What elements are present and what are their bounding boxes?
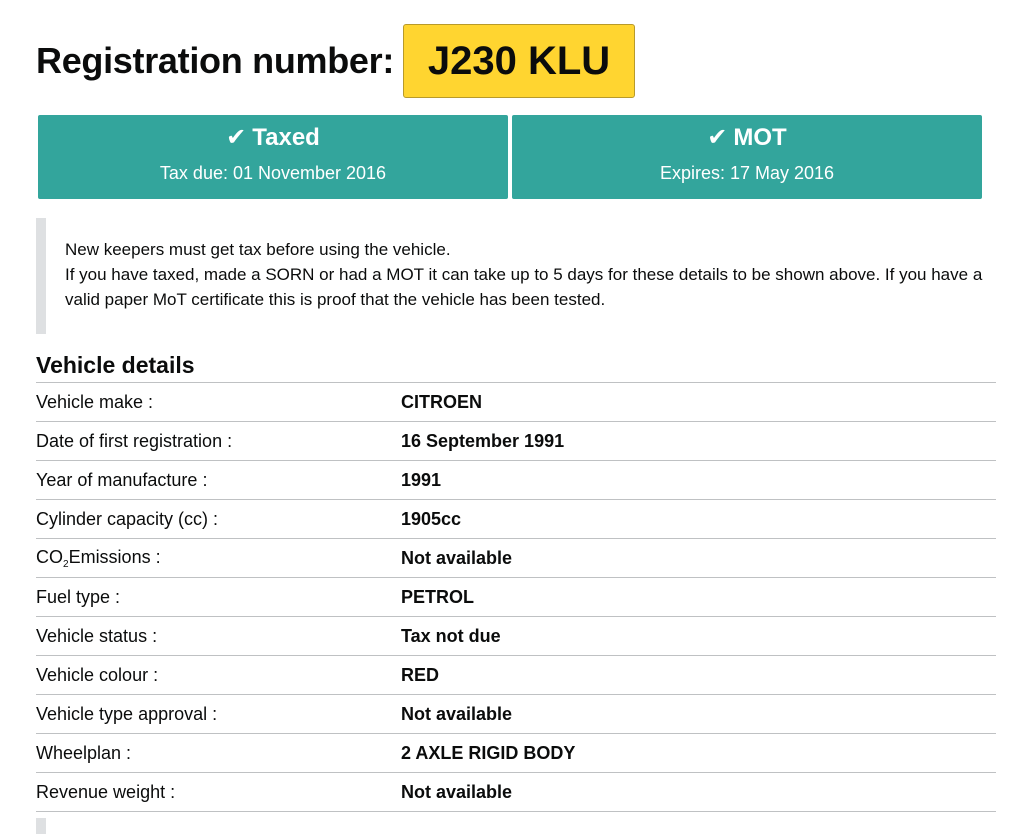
detail-row: Cylinder capacity (cc) : 1905cc: [36, 500, 996, 539]
notice-line-2: If you have taxed, made a SORN or had a …: [65, 265, 983, 309]
detail-row: CO2Emissions : Not available: [36, 539, 996, 578]
check-icon: ✔: [226, 124, 247, 151]
detail-value: 16 September 1991: [401, 430, 565, 451]
detail-row: Fuel type : PETROL: [36, 578, 996, 617]
number-plate: J230 KLU: [403, 24, 636, 98]
detail-row: Vehicle colour : RED: [36, 656, 996, 695]
detail-key: Vehicle type approval :: [36, 703, 218, 724]
co2-prefix: CO: [36, 546, 63, 567]
mot-status-label: MOT: [733, 124, 787, 151]
detail-key: Wheelplan :: [36, 742, 132, 763]
detail-value: Tax not due: [401, 625, 501, 646]
vehicle-details-heading: Vehicle details: [36, 352, 195, 378]
detail-key: Fuel type :: [36, 586, 121, 607]
mot-status-title: ✔ MOT: [512, 124, 982, 152]
mot-status-panel: ✔ MOT Expires: 17 May 2016: [512, 115, 982, 199]
tax-status-label: Taxed: [252, 124, 320, 151]
detail-key: Date of first registration :: [36, 430, 233, 451]
detail-value: CITROEN: [401, 391, 482, 412]
next-notice-border: [36, 818, 46, 834]
detail-row: Vehicle type approval : Not available: [36, 695, 996, 734]
notice-line-1: New keepers must get tax before using th…: [65, 240, 451, 259]
detail-row: Date of first registration : 16 Septembe…: [36, 422, 996, 461]
detail-row: Vehicle status : Tax not due: [36, 617, 996, 656]
detail-key: Vehicle make :: [36, 391, 154, 412]
vehicle-enquiry-page: Registration number: J230 KLU ✔ Taxed Ta…: [0, 0, 1023, 834]
detail-row: Year of manufacture : 1991: [36, 461, 996, 500]
detail-value: 1905cc: [401, 508, 462, 529]
detail-value: Not available: [401, 781, 513, 802]
status-panels: ✔ Taxed Tax due: 01 November 2016 ✔ MOT …: [38, 115, 982, 199]
tax-status-title: ✔ Taxed: [38, 124, 508, 152]
detail-value: Not available: [401, 703, 513, 724]
registration-label: Registration number:: [36, 40, 395, 81]
detail-value: Not available: [401, 547, 513, 568]
detail-row: Vehicle make : CITROEN: [36, 383, 996, 422]
vehicle-details-list: Vehicle make : CITROEN Date of first reg…: [36, 382, 996, 812]
detail-key: Vehicle colour :: [36, 664, 159, 685]
tax-due-date: Tax due: 01 November 2016: [159, 163, 387, 183]
co2-emissions-label: CO2Emissions :: [36, 547, 401, 570]
detail-value: PETROL: [401, 586, 475, 607]
registration-header: Registration number: J230 KLU: [36, 24, 636, 98]
detail-value: RED: [401, 664, 440, 685]
detail-row: Revenue weight : Not available: [36, 773, 996, 812]
tax-status-panel: ✔ Taxed Tax due: 01 November 2016: [38, 115, 508, 199]
co2-suffix: Emissions :: [68, 546, 161, 567]
detail-row: Wheelplan : 2 AXLE RIGID BODY: [36, 734, 996, 773]
detail-value: 2 AXLE RIGID BODY: [401, 742, 576, 763]
detail-key: Year of manufacture :: [36, 469, 208, 490]
detail-value: 1991: [401, 469, 442, 490]
mot-expiry-date: Expires: 17 May 2016: [659, 163, 835, 183]
check-icon: ✔: [707, 124, 728, 151]
detail-key: Vehicle status :: [36, 625, 158, 646]
detail-key: Revenue weight :: [36, 781, 176, 802]
detail-key: Cylinder capacity (cc) :: [36, 508, 219, 529]
keeper-notice: New keepers must get tax before using th…: [36, 218, 986, 334]
